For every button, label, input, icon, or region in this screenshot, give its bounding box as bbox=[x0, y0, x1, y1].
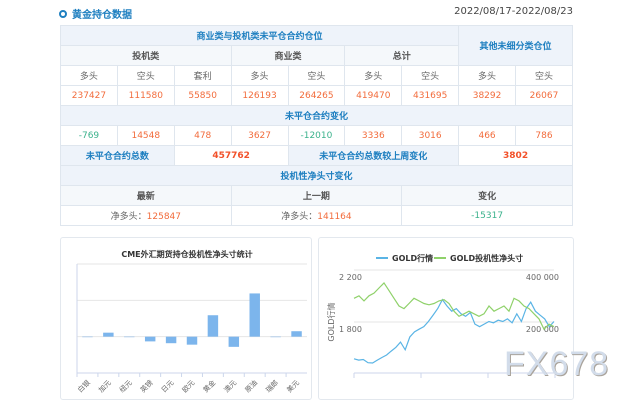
chgrow-cell: 3016 bbox=[401, 125, 460, 146]
right-tick: 400 000 bbox=[526, 273, 559, 282]
circle-icon bbox=[59, 9, 67, 18]
chgrow-cell: -769 bbox=[60, 125, 118, 146]
posrow-cell: 55850 bbox=[173, 85, 232, 106]
net-prefix: 净多头： bbox=[281, 212, 318, 222]
net-latest-value: 125847 bbox=[146, 212, 181, 222]
group-total: 总计 bbox=[344, 45, 460, 66]
colrow-cell: 多头 bbox=[60, 65, 118, 86]
left-tick: 1 800 bbox=[339, 325, 362, 334]
net-prev: 净多头：141164 bbox=[230, 205, 403, 226]
chgrow-cell: 3627 bbox=[230, 125, 289, 146]
colrow-cell: 空头 bbox=[116, 65, 175, 86]
watermark: FX678 bbox=[504, 345, 610, 383]
net-header-prev: 上一期 bbox=[230, 185, 403, 206]
net-prefix: 净多头： bbox=[110, 212, 147, 222]
bar bbox=[103, 332, 114, 337]
colrow-cell: 空头 bbox=[287, 65, 346, 86]
net-title: 投机性净头寸变化 bbox=[60, 165, 573, 186]
date-range: 2022/08/17-2022/08/23 bbox=[454, 6, 573, 17]
bar-chart-card: CME外汇期货持仓投机性净头寸统计白银 加元 纽元 英镑 日元 欧元 黄金 澳元 原油 瑞郎 美元 bbox=[60, 237, 312, 400]
category-label: 黄金 bbox=[201, 378, 217, 394]
chgrow-cell: -12010 bbox=[287, 125, 346, 146]
bar bbox=[291, 331, 302, 337]
category-label: 瑞郎 bbox=[264, 378, 280, 394]
category-label: 美元 bbox=[285, 378, 301, 394]
group-commercial: 商业类 bbox=[230, 45, 346, 66]
posrow-cell: 38292 bbox=[458, 85, 516, 106]
category-label: 加元 bbox=[97, 378, 113, 394]
legend-label: GOLD行情 bbox=[392, 253, 433, 263]
category-label: 澳元 bbox=[222, 378, 238, 394]
bar bbox=[270, 336, 281, 338]
bar bbox=[82, 336, 93, 338]
colrow-cell: 多头 bbox=[344, 65, 403, 86]
net-prev-value: 141164 bbox=[317, 212, 352, 222]
bar bbox=[249, 293, 260, 337]
legend-label: GOLD投机性净头寸 bbox=[450, 253, 523, 263]
gold-position-table: 商业类与投机类未平仓合约仓位 其他未细分类仓位 投机类 商业类 总计 多头 空头套… bbox=[59, 25, 573, 226]
net-change-value: -15317 bbox=[401, 205, 573, 226]
section-title: 黄金持仓数据 bbox=[59, 6, 132, 21]
bar bbox=[144, 336, 156, 342]
chgrow-cell: 786 bbox=[515, 125, 573, 146]
category-label: 日元 bbox=[160, 379, 176, 395]
left-tick: 2 200 bbox=[339, 273, 362, 282]
category-label: 白银 bbox=[76, 378, 92, 394]
category-label: 欧元 bbox=[180, 378, 196, 394]
colrow-cell: 空头 bbox=[515, 65, 573, 86]
y-axis-label: GOLD行情 bbox=[326, 302, 336, 341]
chgrow-cell: 14548 bbox=[116, 125, 175, 146]
colrow-cell: 多头 bbox=[230, 65, 289, 86]
colrow-cell: 套利 bbox=[173, 65, 232, 86]
category-label: 原油 bbox=[243, 378, 259, 394]
bar bbox=[207, 315, 219, 337]
chart-title: CME外汇期货持仓投机性净头寸统计 bbox=[121, 249, 252, 259]
category-label: 英镑 bbox=[138, 378, 154, 394]
posrow-cell: 419470 bbox=[344, 85, 403, 106]
net-header-change: 变化 bbox=[401, 185, 573, 206]
chgrow-cell: 466 bbox=[458, 125, 516, 146]
posrow-cell: 126193 bbox=[230, 85, 289, 106]
posrow-cell: 111580 bbox=[116, 85, 175, 106]
group-title: 商业类与投机类未平仓合约仓位 bbox=[59, 25, 460, 46]
other-title: 其他未细分类仓位 bbox=[458, 25, 573, 66]
total-change-label: 未平仓合约总数较上周变化 bbox=[287, 145, 460, 166]
posrow-cell: 264265 bbox=[287, 85, 346, 106]
posrow-cell: 26067 bbox=[515, 85, 573, 106]
posrow-cell: 431695 bbox=[401, 85, 460, 106]
total-change-value: 3802 bbox=[458, 145, 573, 166]
net-latest: 净多头：125847 bbox=[60, 205, 232, 226]
bar bbox=[165, 336, 177, 344]
total-value: 457762 bbox=[173, 145, 289, 166]
total-label: 未平仓合约总数 bbox=[60, 145, 175, 166]
colrow-cell: 空头 bbox=[401, 65, 460, 86]
bar bbox=[186, 336, 198, 345]
category-label: 纽元 bbox=[117, 378, 133, 394]
chgrow-cell: 478 bbox=[173, 125, 232, 146]
group-speculative: 投机类 bbox=[60, 45, 232, 66]
title-text: 黄金持仓数据 bbox=[72, 10, 132, 21]
bar bbox=[228, 336, 240, 347]
chgrow-cell: 3336 bbox=[344, 125, 403, 146]
net-header-latest: 最新 bbox=[60, 185, 232, 206]
posrow-cell: 237427 bbox=[60, 85, 118, 106]
legend: GOLD行情 GOLD投机性净头寸 bbox=[376, 253, 523, 263]
bar-chart: CME外汇期货持仓投机性净头寸统计白银 加元 纽元 英镑 日元 欧元 黄金 澳元 原油 瑞郎 美元 bbox=[76, 249, 307, 395]
bar bbox=[124, 336, 135, 338]
colrow-cell: 多头 bbox=[458, 65, 516, 86]
change-title: 未平仓合约变化 bbox=[60, 105, 573, 126]
